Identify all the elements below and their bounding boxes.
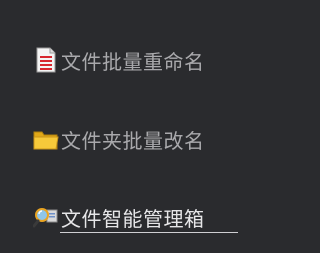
menu-item-label: 文件智能管理箱 xyxy=(61,206,205,231)
menu-item-batch-rename-files[interactable]: 文件批量重命名 xyxy=(33,45,205,75)
magnifier-tool-icon xyxy=(33,204,59,230)
file-tools-menu: 文件批量重命名 文件夹批量改名 文件智能管理箱 xyxy=(0,0,241,253)
document-list-icon xyxy=(33,47,59,73)
menu-item-label: 文件批量重命名 xyxy=(61,49,205,74)
folder-icon xyxy=(33,126,59,152)
menu-item-label: 文件夹批量改名 xyxy=(61,128,205,153)
selected-item-underline xyxy=(60,232,238,233)
menu-item-smart-file-manager[interactable]: 文件智能管理箱 xyxy=(33,202,205,232)
menu-item-batch-rename-folders[interactable]: 文件夹批量改名 xyxy=(33,124,205,154)
